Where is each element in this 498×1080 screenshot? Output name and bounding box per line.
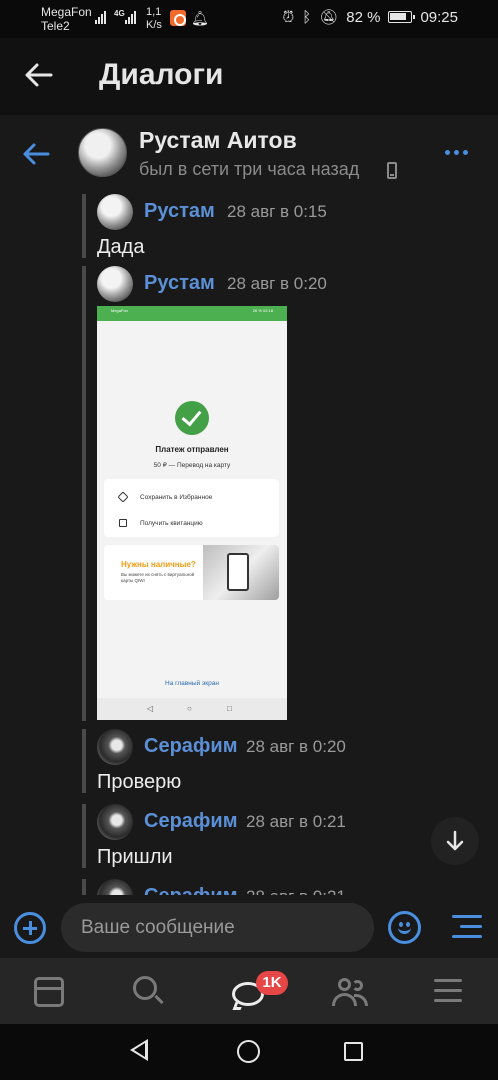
carrier-2: Tele2 bbox=[41, 19, 70, 33]
attach-plus-icon[interactable] bbox=[14, 912, 46, 944]
message-author[interactable]: Серафим bbox=[144, 810, 238, 833]
message-bar bbox=[82, 266, 86, 721]
message[interactable]: Серафим 28 авг в 0:20 Проверю bbox=[82, 729, 482, 793]
messages-unread-badge: 1K bbox=[256, 971, 288, 995]
message-bar bbox=[82, 804, 86, 868]
message[interactable]: Рустам 28 авг в 0:15 Дада bbox=[82, 194, 482, 258]
star-icon bbox=[117, 491, 129, 503]
network-type: 4G bbox=[114, 9, 125, 18]
message-time: 28 авг в 0:21 bbox=[246, 812, 346, 831]
scroll-down-button[interactable] bbox=[431, 817, 479, 865]
system-recents-icon[interactable] bbox=[344, 1042, 363, 1061]
avatar[interactable] bbox=[97, 194, 133, 230]
attachment-promo: Нужны наличные? Вы можете их снять с вир… bbox=[104, 545, 279, 600]
message-time: 28 авг в 0:15 bbox=[227, 202, 327, 221]
attachment-home-link: На главный экран bbox=[165, 680, 219, 687]
system-home-icon[interactable] bbox=[237, 1040, 260, 1063]
peer-avatar[interactable] bbox=[78, 128, 127, 177]
signal-icon bbox=[95, 10, 106, 24]
message-time: 28 авг в 0:21 bbox=[246, 887, 346, 895]
peer-status: был в сети три часа назад bbox=[139, 159, 360, 179]
carrier-1: MegaFon bbox=[41, 5, 92, 19]
attachment-subtitle: 50 ₽ — Перевод на карту bbox=[153, 462, 231, 469]
battery-percent: 82 % bbox=[346, 8, 381, 26]
message-composer bbox=[0, 895, 498, 958]
emoji-icon[interactable] bbox=[388, 911, 421, 944]
message-bar bbox=[82, 729, 86, 793]
peer-name[interactable]: Рустам Аитов bbox=[139, 127, 297, 154]
avatar[interactable] bbox=[97, 266, 133, 302]
system-back-icon[interactable] bbox=[130, 1039, 148, 1061]
message-author[interactable]: Рустам bbox=[144, 200, 215, 223]
search-tab-icon[interactable] bbox=[133, 976, 165, 1008]
promo-phone-image bbox=[227, 553, 249, 591]
message-bar bbox=[82, 879, 86, 895]
attachment-actions-card: Сохранить в Избранное Получить квитанцию bbox=[104, 479, 279, 537]
mute-icon: 🔕︎ bbox=[319, 9, 339, 26]
attachment-status-bar: MegaFon 26 % 02:18 bbox=[97, 306, 287, 321]
keyboard-menu-icon[interactable] bbox=[452, 913, 482, 941]
message-text: Пришли bbox=[97, 846, 173, 868]
status-right: ⏰︎ ᛒ 🔕︎ 82 % 09:25 bbox=[282, 8, 458, 27]
bluetooth-icon: ᛒ bbox=[302, 8, 312, 26]
system-nav-bar bbox=[0, 1024, 498, 1080]
message-author[interactable]: Рустам bbox=[144, 272, 215, 295]
photo-attachment[interactable]: MegaFon 26 % 02:18 Платеж отправлен 50 ₽… bbox=[97, 306, 287, 720]
app-header: Диалоги bbox=[0, 38, 498, 115]
message-input[interactable] bbox=[61, 903, 374, 952]
attachment-action: Получить квитанцию bbox=[140, 520, 203, 527]
more-options-button[interactable] bbox=[445, 150, 468, 155]
message[interactable]: Серафим 28 авг в 0:21 bbox=[82, 879, 482, 895]
app-notification-icon bbox=[170, 10, 186, 26]
clock: 09:25 bbox=[420, 8, 458, 26]
success-check-icon bbox=[175, 401, 209, 435]
dialog-panel: Рустам Аитов был в сети три часа назад Р… bbox=[0, 115, 498, 895]
status-bar: MegaFon Tele2 4G 1,1 K/s 🔔︎ ⏰︎ ᛒ 🔕︎ 82 %… bbox=[0, 0, 498, 38]
bell-icon: 🔔︎ bbox=[191, 10, 209, 26]
receipt-icon bbox=[119, 519, 127, 527]
message-time: 28 авг в 0:20 bbox=[227, 274, 327, 293]
promo-text: Вы можете их снять с виртуальной карты Q… bbox=[121, 572, 195, 583]
arrow-down-icon bbox=[446, 830, 464, 851]
avatar[interactable] bbox=[97, 729, 133, 765]
news-tab-icon[interactable] bbox=[34, 977, 64, 1007]
message-author[interactable]: Серафим bbox=[144, 885, 238, 895]
attachment-nav-bar: ◁ ○ □ bbox=[97, 698, 287, 720]
message-text: Дада bbox=[97, 236, 145, 258]
mobile-phone-icon bbox=[387, 162, 397, 179]
message-text: Проверю bbox=[97, 771, 182, 793]
message-time: 28 авг в 0:20 bbox=[246, 737, 346, 756]
attachment-title: Платеж отправлен bbox=[155, 445, 229, 454]
back-arrow-icon[interactable] bbox=[24, 60, 54, 90]
menu-tab-icon[interactable] bbox=[434, 976, 462, 1008]
avatar[interactable] bbox=[97, 804, 133, 840]
alarm-icon: ⏰︎ bbox=[282, 8, 295, 26]
signal-icon-2 bbox=[125, 10, 136, 24]
avatar[interactable] bbox=[97, 879, 133, 895]
battery-icon bbox=[388, 11, 416, 23]
message-author[interactable]: Серафим bbox=[144, 735, 238, 758]
page-title: Диалоги bbox=[99, 58, 224, 91]
network-speed: 1,1 K/s bbox=[146, 6, 162, 31]
bottom-tab-bar: 1K bbox=[0, 958, 498, 1024]
friends-tab-icon[interactable] bbox=[332, 976, 368, 1008]
promo-title: Нужны наличные? bbox=[121, 560, 196, 569]
message[interactable]: Серафим 28 авг в 0:21 Пришли bbox=[82, 804, 482, 868]
message-bar bbox=[82, 194, 86, 258]
close-dialog-arrow-icon[interactable] bbox=[22, 141, 50, 167]
attachment-action: Сохранить в Избранное bbox=[140, 494, 213, 501]
